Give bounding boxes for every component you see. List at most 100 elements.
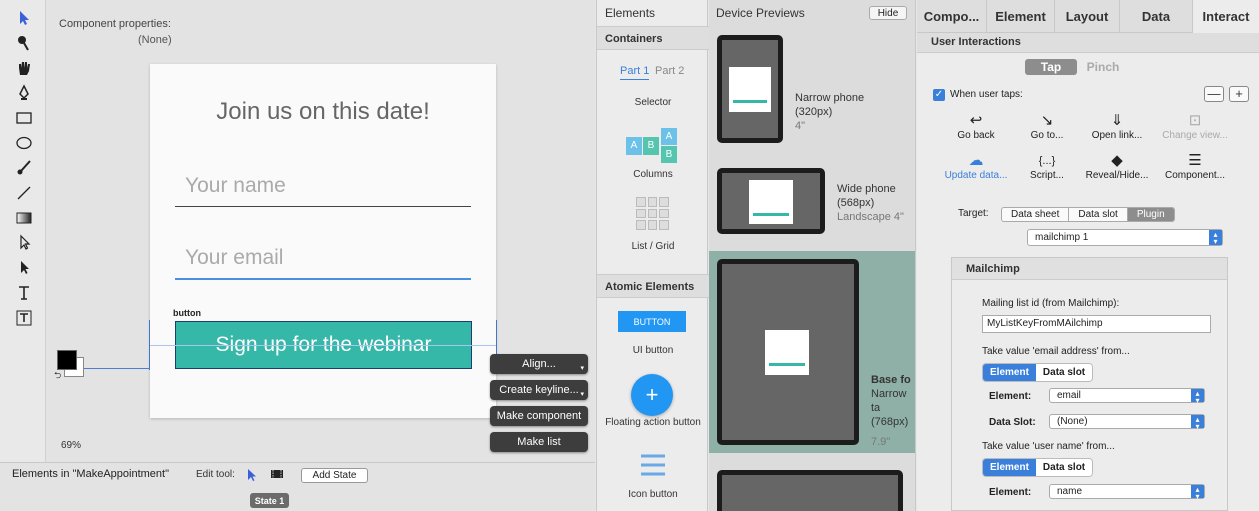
mailchimp-panel: Mailchimp Mailing list id (from Mailchim… xyxy=(951,257,1228,511)
fill-color-swatch[interactable] xyxy=(57,350,77,370)
dropdown-arrow-icon: ▾ xyxy=(580,391,584,398)
name-field[interactable]: Your name xyxy=(175,174,471,207)
pen-tool-icon[interactable] xyxy=(14,83,34,103)
reveal-hide-action[interactable]: ◆ Reveal/Hide... xyxy=(1079,152,1155,181)
add-action-button[interactable]: + xyxy=(1229,86,1249,102)
narrow-phone-label: Narrow phone (320px) 4" xyxy=(795,91,864,133)
script-action[interactable]: {...} Script... xyxy=(1009,152,1085,181)
data-slot-value: (None) xyxy=(1057,416,1088,427)
text-tool-icon[interactable] xyxy=(14,283,34,303)
tab-tap[interactable]: Tap xyxy=(1025,59,1077,75)
columns-icon[interactable]: A B A B xyxy=(626,128,680,164)
go-to-action[interactable]: ↘ Go to... xyxy=(1009,112,1085,141)
edit-tool-label: Edit tool: xyxy=(196,469,235,480)
action-label: Reveal/Hide... xyxy=(1085,170,1149,181)
target-plugin[interactable]: Plugin xyxy=(1127,208,1174,221)
text-box-tool-icon[interactable] xyxy=(14,308,34,328)
align-label: Align... xyxy=(522,358,556,370)
add-state-button[interactable]: Add State xyxy=(301,468,368,483)
artboard[interactable]: Join us on this date! Your name Your ema… xyxy=(150,64,496,418)
film-edit-icon[interactable] xyxy=(270,468,284,480)
action-label: Update data... xyxy=(944,170,1008,181)
swap-colors-icon[interactable]: ⮌ xyxy=(54,368,61,384)
create-keyline-label: Create keyline... xyxy=(499,384,579,396)
tab-pinch[interactable]: Pinch xyxy=(1077,59,1129,75)
tablet-device[interactable] xyxy=(717,470,903,511)
data-slot-select[interactable]: (None) ▴ ▾ xyxy=(1049,414,1205,431)
go-back-icon: ↩ xyxy=(969,112,983,129)
dropdown-arrow-icon: ▾ xyxy=(580,365,584,372)
action-label: Component... xyxy=(1164,170,1226,181)
lasso-tool-icon[interactable] xyxy=(14,33,34,53)
brush-tool-icon[interactable] xyxy=(14,158,34,178)
align-button[interactable]: Align... ▾ xyxy=(490,354,588,374)
device-sub: 4" xyxy=(795,120,806,132)
device-sub: (768px) xyxy=(871,416,909,428)
username-source-element[interactable]: Element xyxy=(983,459,1036,476)
create-keyline-button[interactable]: Create keyline... ▾ xyxy=(490,380,588,400)
icon-button-item[interactable]: Icon button xyxy=(597,489,709,500)
list-id-label: Mailing list id (from Mailchimp): xyxy=(982,298,1120,309)
target-data-sheet[interactable]: Data sheet xyxy=(1002,208,1070,221)
list-grid-icon[interactable] xyxy=(636,197,669,230)
email-source-element[interactable]: Element xyxy=(983,364,1036,381)
tab-interact[interactable]: Interact xyxy=(1193,0,1259,33)
tab-component[interactable]: Compo... xyxy=(917,0,987,33)
hand-tool-icon[interactable] xyxy=(14,58,34,78)
go-back-action[interactable]: ↩ Go back xyxy=(938,112,1014,141)
make-list-button[interactable]: Make list xyxy=(490,432,588,452)
hamburger-icon[interactable] xyxy=(639,453,667,477)
tab-part-2[interactable]: Part 2 xyxy=(655,65,684,77)
ui-button-sample[interactable]: BUTTON xyxy=(618,311,686,332)
selector-item[interactable]: Selector xyxy=(597,97,709,108)
when-user-taps-label: When user taps: xyxy=(950,89,1023,100)
email-source-data-slot[interactable]: Data slot xyxy=(1035,364,1093,381)
device-sub: Landscape 4" xyxy=(837,211,904,223)
subselect-tool-icon[interactable] xyxy=(14,258,34,278)
list-grid-item[interactable]: List / Grid xyxy=(597,241,709,252)
fab-item[interactable]: Floating action button xyxy=(597,417,709,428)
ellipse-tool-icon[interactable] xyxy=(14,133,34,153)
state-1-tab[interactable]: State 1 xyxy=(250,493,289,508)
tab-element[interactable]: Element xyxy=(987,0,1055,33)
update-data-action[interactable]: ☁ Update data... xyxy=(938,152,1014,181)
component-icon: ☰ xyxy=(1188,152,1202,169)
wide-phone-device[interactable] xyxy=(717,168,825,234)
device-sub: 7.9" xyxy=(871,436,891,448)
email-field[interactable]: Your email xyxy=(175,246,471,280)
ui-button-item[interactable]: UI button xyxy=(597,345,709,356)
mailchimp-title: Mailchimp xyxy=(952,258,1227,280)
gradient-tool-icon[interactable] xyxy=(14,208,34,228)
design-canvas[interactable]: Component properties: (None) Join us on … xyxy=(46,0,595,462)
username-source-data-slot[interactable]: Data slot xyxy=(1035,459,1093,476)
list-id-input[interactable]: MyListKeyFromMAilchimp xyxy=(982,315,1211,333)
direct-select-tool-icon[interactable] xyxy=(14,233,34,253)
narrow-phone-device[interactable] xyxy=(717,35,783,143)
tab-layout[interactable]: Layout xyxy=(1055,0,1120,33)
atomic-elements-section: Atomic Elements xyxy=(597,274,709,298)
component-action[interactable]: ☰ Component... xyxy=(1157,152,1233,181)
fab-plus-icon[interactable]: + xyxy=(631,374,673,416)
narrow-tablet-device[interactable] xyxy=(717,259,859,445)
device-previews-header: Device Previews xyxy=(716,6,805,20)
remove-action-button[interactable]: — xyxy=(1204,86,1224,102)
artboard-title[interactable]: Join us on this date! xyxy=(150,98,496,126)
pointer-edit-icon[interactable] xyxy=(246,468,258,482)
line-tool-icon[interactable] xyxy=(14,183,34,203)
tab-part-1[interactable]: Part 1 xyxy=(620,65,650,80)
hide-button[interactable]: Hide xyxy=(869,6,907,20)
make-component-button[interactable]: Make component xyxy=(490,406,588,426)
device-size: Narrow ta xyxy=(871,388,907,414)
tab-data[interactable]: Data xyxy=(1120,0,1193,33)
columns-item[interactable]: Columns xyxy=(597,169,709,180)
open-link-action[interactable]: ⇓ Open link... xyxy=(1079,112,1155,141)
device-name: Wide phone xyxy=(837,183,896,195)
rectangle-tool-icon[interactable] xyxy=(14,108,34,128)
pointer-tool-icon[interactable] xyxy=(14,8,34,28)
change-view-action[interactable]: ⊡ Change view... xyxy=(1157,112,1233,141)
email-element-select[interactable]: email ▴ ▾ xyxy=(1049,388,1205,405)
when-user-taps-checkbox[interactable]: ✓ xyxy=(933,89,945,101)
plugin-select[interactable]: mailchimp 1 ▴ ▾ xyxy=(1027,229,1223,246)
target-data-slot[interactable]: Data slot xyxy=(1069,208,1128,221)
username-element-select[interactable]: name ▴ ▾ xyxy=(1049,484,1205,501)
